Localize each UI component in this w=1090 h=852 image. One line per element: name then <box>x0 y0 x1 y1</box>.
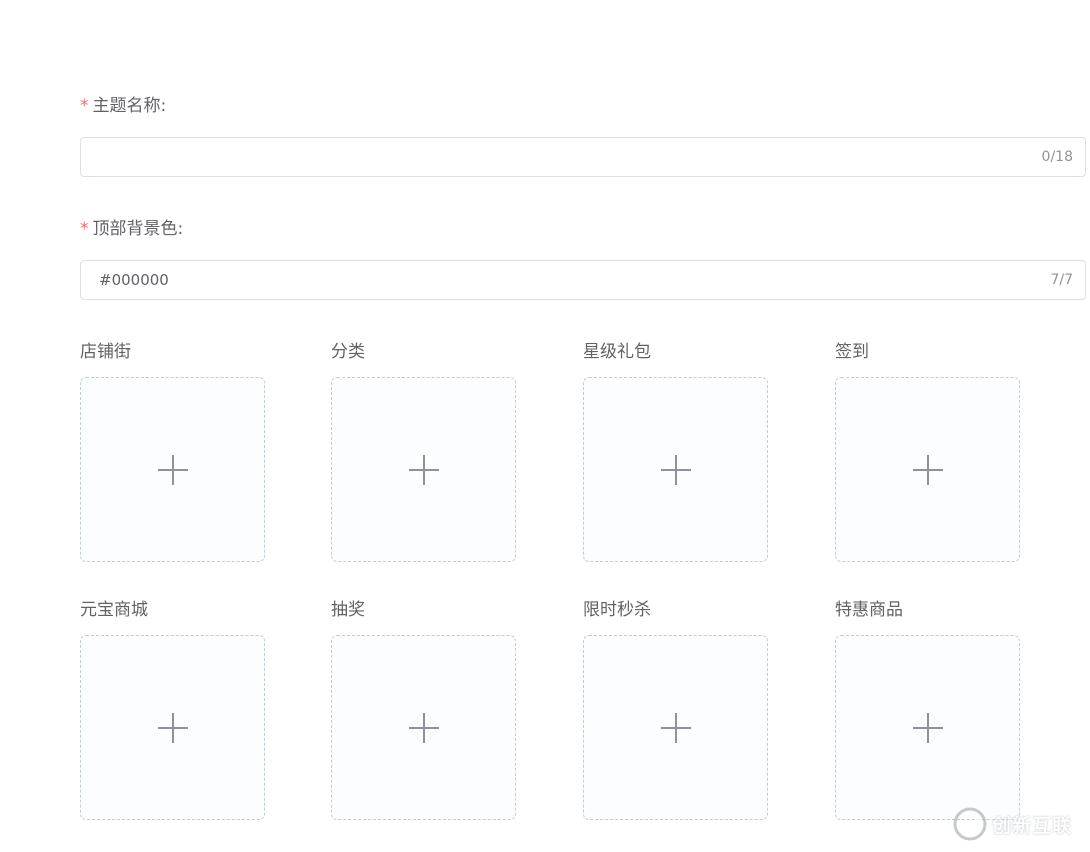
theme-name-label-text: 主题名称: <box>92 96 167 116</box>
top-bg-color-field[interactable]: 7/7 <box>80 260 1086 300</box>
theme-name-input[interactable] <box>99 138 999 176</box>
upload-label: 星级礼包 <box>583 342 651 362</box>
plus-icon <box>157 454 188 485</box>
watermark-text: 创新互联 <box>992 814 1073 837</box>
upload-button[interactable] <box>331 635 516 820</box>
watermark: 创新互联 <box>952 804 1072 844</box>
top-bg-color-input[interactable] <box>99 261 999 299</box>
upload-button[interactable] <box>835 377 1020 562</box>
plus-icon <box>660 712 691 743</box>
top-bg-color-label: * 顶部背景色: <box>80 218 183 240</box>
required-mark: * <box>80 96 89 116</box>
upload-label: 元宝商城 <box>80 600 148 620</box>
upload-button[interactable] <box>583 635 768 820</box>
theme-name-label: * 主题名称: <box>80 95 166 117</box>
theme-name-field[interactable]: 0/18 <box>80 137 1086 177</box>
upload-button[interactable] <box>331 377 516 562</box>
upload-button[interactable] <box>583 377 768 562</box>
upload-label: 特惠商品 <box>835 600 903 620</box>
upload-button[interactable] <box>835 635 1020 820</box>
theme-config-page: *主题名称: 0/18 *顶部背景色: 7/7 店铺街 分类 星级礼包 签 <box>0 0 1090 852</box>
plus-icon <box>660 454 691 485</box>
upload-button[interactable] <box>80 377 265 562</box>
watermark-logo-icon <box>953 807 987 841</box>
plus-icon <box>912 454 943 485</box>
upload-button[interactable] <box>80 635 265 820</box>
plus-icon <box>157 712 188 743</box>
upload-label: 抽奖 <box>331 600 365 620</box>
plus-icon <box>912 712 943 743</box>
top-bg-color-counter: 7/7 <box>1050 272 1073 288</box>
upload-label: 限时秒杀 <box>583 600 651 620</box>
top-bg-color-label-text: 顶部背景色: <box>92 219 184 239</box>
upload-label: 分类 <box>331 342 365 362</box>
theme-name-counter: 0/18 <box>1041 149 1073 165</box>
plus-icon <box>408 454 439 485</box>
plus-icon <box>408 712 439 743</box>
upload-label: 店铺街 <box>80 342 131 362</box>
required-mark: * <box>80 219 89 239</box>
upload-label: 签到 <box>835 342 869 362</box>
